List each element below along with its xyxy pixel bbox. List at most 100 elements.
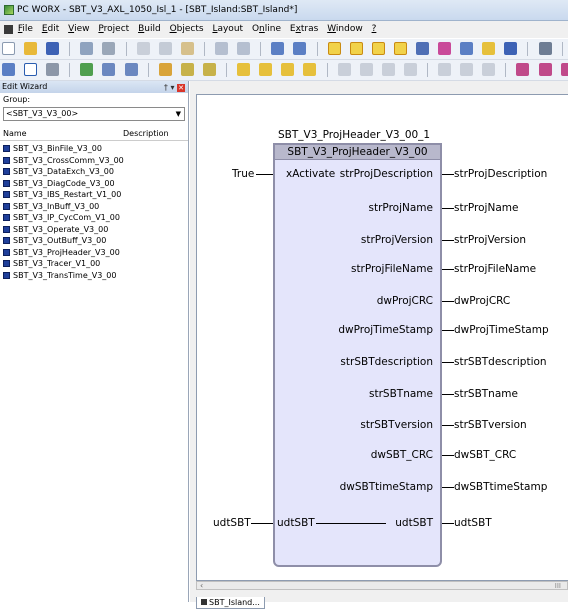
tools-icon[interactable] [438, 42, 452, 55]
project-icon[interactable] [504, 42, 518, 55]
zoom-in-icon[interactable] [271, 42, 285, 55]
redo-icon[interactable] [237, 42, 251, 55]
list-item[interactable]: SBT_V3_CrossComm_V3_00 [0, 155, 188, 167]
list-item[interactable]: SBT_V3_Tracer_V1_00 [0, 258, 188, 270]
output-var-strsbtversion[interactable]: strSBTversion [454, 419, 527, 431]
output-var-strprojfilename[interactable]: strProjFileName [454, 263, 536, 275]
output-var-strsbtdescription[interactable]: strSBTdescription [454, 356, 547, 368]
ladder-icon[interactable] [516, 63, 530, 76]
list-item[interactable]: SBT_V3_Operate_V3_00 [0, 224, 188, 236]
cut-icon[interactable] [136, 42, 150, 55]
settings-icon[interactable] [415, 42, 429, 55]
function-block-icon [3, 248, 10, 256]
toolbar-separator [527, 42, 529, 56]
output-wire [442, 394, 454, 395]
pin-strprojdescription: strProjDescription [339, 168, 433, 180]
variable-icon[interactable] [303, 63, 317, 76]
block-icon[interactable] [158, 63, 172, 76]
output-var-dwsbttimestamp[interactable]: dwSBTtimeStamp [454, 481, 547, 493]
inout-var-in[interactable]: udtSBT [213, 517, 251, 529]
variable-icon[interactable] [259, 63, 273, 76]
tab-sbt-island[interactable]: SBT_Island... [196, 597, 265, 609]
menu-extras[interactable]: Extras [290, 24, 318, 34]
function-block-icon [3, 179, 10, 187]
ladder-icon[interactable] [560, 63, 568, 76]
fbd-canvas[interactable]: SBT_V3_ProjHeader_V3_00_1 SBT_V3_ProjHea… [196, 94, 568, 581]
menu-online[interactable]: Online [252, 24, 281, 34]
list-item[interactable]: SBT_V3_DataExch_V3_00 [0, 166, 188, 178]
horizontal-scrollbar[interactable]: ‹ III [196, 581, 568, 590]
inout-var-out[interactable]: udtSBT [454, 517, 492, 529]
list-item[interactable]: SBT_V3_IP_CycCom_V1_00 [0, 212, 188, 224]
list-item[interactable]: SBT_V3_IBS_Restart_V1_00 [0, 189, 188, 201]
menu-help[interactable]: ? [372, 24, 377, 34]
undo-icon[interactable] [215, 42, 229, 55]
connect-icon[interactable] [124, 63, 138, 76]
print-preview-icon[interactable] [80, 42, 94, 55]
block-icon[interactable] [180, 63, 194, 76]
paste-icon[interactable] [180, 42, 194, 55]
output-var-strprojdescription[interactable]: strProjDescription [454, 168, 547, 180]
output-var-dwprojtimestamp[interactable]: dwProjTimeStamp [454, 324, 549, 336]
open-folder-icon[interactable] [24, 42, 38, 55]
select-pointer-icon[interactable] [24, 63, 38, 76]
menu-build[interactable]: Build [138, 24, 161, 34]
output-var-dwsbt-crc[interactable]: dwSBT_CRC [454, 449, 516, 461]
list-item[interactable]: SBT_V3_BinFile_V3_00 [0, 143, 188, 155]
input-var-true[interactable]: True [232, 168, 254, 180]
bus-config-icon[interactable] [349, 42, 363, 55]
zoom-out-icon[interactable] [293, 42, 307, 55]
print-icon[interactable] [102, 42, 116, 55]
list-item[interactable]: SBT_V3_OutBuff_V3_00 [0, 235, 188, 247]
menu-view[interactable]: View [68, 24, 89, 34]
variables-icon[interactable] [393, 42, 407, 55]
document-menu-icon[interactable] [4, 25, 13, 34]
output-var-dwprojcrc[interactable]: dwProjCRC [454, 295, 510, 307]
variable-icon[interactable] [237, 63, 251, 76]
connect-icon[interactable] [80, 63, 94, 76]
grid-icon[interactable] [460, 42, 474, 55]
copy-icon[interactable] [158, 42, 172, 55]
column-header-name[interactable]: Name [0, 127, 121, 140]
line-icon[interactable] [46, 63, 60, 76]
new-file-icon[interactable] [2, 42, 15, 55]
debug-icon[interactable] [538, 42, 552, 55]
menu-layout[interactable]: Layout [212, 24, 243, 34]
variable-icon[interactable] [281, 63, 295, 76]
connect-icon[interactable] [102, 63, 116, 76]
list-item[interactable]: SBT_V3_ProjHeader_V3_00 [0, 247, 188, 259]
output-var-strprojname[interactable]: strProjName [454, 202, 518, 214]
pin-icon[interactable]: † [164, 83, 168, 92]
chevron-down-icon[interactable]: ▼ [176, 108, 181, 120]
pin-dwprojtimestamp: dwProjTimeStamp [338, 324, 433, 336]
scroll-grip[interactable]: III [555, 582, 561, 590]
list-item[interactable]: SBT_V3_TransTime_V3_00 [0, 270, 188, 282]
toolbar-separator [69, 42, 71, 56]
close-icon[interactable]: ✕ [177, 84, 185, 92]
ladder-icon[interactable] [538, 63, 552, 76]
menu-edit[interactable]: Edit [42, 24, 59, 34]
column-header-description[interactable]: Description [121, 127, 169, 140]
output-wire [442, 269, 454, 270]
fb-instance-name[interactable]: SBT_V3_ProjHeader_V3_00_1 [278, 129, 430, 141]
output-var-strprojversion[interactable]: strProjVersion [454, 234, 526, 246]
edit-mode-icon[interactable] [327, 42, 341, 55]
list-item[interactable]: SBT_V3_InBuff_V3_00 [0, 201, 188, 213]
scroll-left-icon[interactable]: ‹ [200, 582, 203, 590]
list-item[interactable]: SBT_V3_DiagCode_V3_00 [0, 178, 188, 190]
menu-file[interactable]: File [18, 24, 33, 34]
zoom-icon[interactable] [2, 63, 15, 76]
pin-dwsbt-crc: dwSBT_CRC [370, 449, 433, 461]
menu-window[interactable]: Window [327, 24, 363, 34]
group-dropdown[interactable]: <SBT_V3_V3_00> ▼ [3, 107, 185, 121]
save-icon[interactable] [46, 42, 60, 55]
menu-objects[interactable]: Objects [170, 24, 204, 34]
compile-icon[interactable] [482, 42, 496, 55]
io-config-icon[interactable] [371, 42, 385, 55]
panel-menu-icon[interactable]: ▾ [170, 83, 174, 92]
menu-bar: File Edit View Project Build Objects Lay… [0, 21, 568, 38]
output-var-strsbtname[interactable]: strSBTname [454, 388, 518, 400]
block-icon[interactable] [202, 63, 216, 76]
pin-udtsbt-in: udtSBT [277, 517, 315, 529]
menu-project[interactable]: Project [98, 24, 129, 34]
